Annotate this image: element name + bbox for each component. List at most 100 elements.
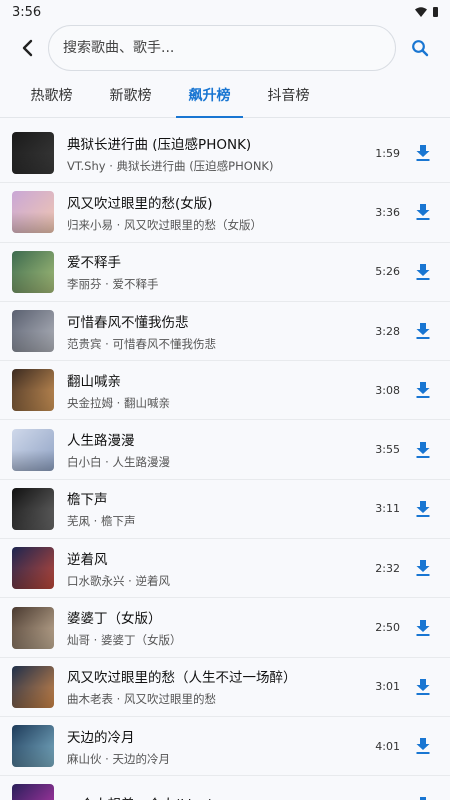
download-button[interactable] (410, 615, 436, 641)
song-info: 翻山喊亲央金拉姆 · 翻山喊亲 (67, 370, 360, 411)
song-duration: 4:01 (375, 739, 400, 753)
search-bar (0, 24, 450, 72)
search-icon (412, 40, 429, 57)
download-icon (416, 145, 430, 162)
song-artist-album: 白小白 · 人生路漫漫 (67, 455, 170, 470)
status-icons (415, 7, 438, 17)
back-arrow-icon (22, 39, 33, 57)
song-duration: 3:36 (375, 205, 400, 219)
song-title: 可惜春风不懂我伤悲 (67, 314, 189, 331)
song-title: 风又吹过眼里的愁(女版) (67, 195, 213, 212)
song-title: 檐下声 (67, 492, 108, 509)
search-button[interactable] (400, 28, 440, 68)
download-icon (416, 738, 430, 755)
album-cover (12, 191, 54, 234)
song-artist-album: 归来小易 · 风又吹过眼里的愁（女版） (67, 217, 262, 232)
song-row[interactable]: 逆着风口水歌永兴 · 逆着风 2:32 (0, 539, 450, 599)
song-duration: 3:55 (375, 443, 400, 457)
album-cover (12, 547, 54, 590)
download-button[interactable] (410, 140, 436, 166)
song-title: 典狱长进行曲 (压迫感PHONK) (67, 136, 252, 153)
song-row[interactable]: 可惜春风不懂我伤悲 范贵宾 · 可惜春风不懂我伤悲 3:28 (0, 301, 450, 362)
search-input[interactable] (63, 40, 381, 56)
tab-2[interactable]: 飙升榜 (170, 73, 249, 118)
song-row[interactable]: 人生路漫漫 白小白 · 人生路漫漫 3:55 (0, 420, 450, 480)
download-icon (416, 441, 430, 458)
album-cover (12, 606, 54, 649)
download-button[interactable] (410, 318, 436, 344)
song-title: 风又吹过眼里的愁（人生不过一场醉） (67, 670, 297, 687)
song-row[interactable]: 爱不释手 李丽芬 · 爱不释手 5:26 (0, 242, 450, 302)
song-artist-album: 央金拉姆 · 翻山喊亲 (67, 395, 170, 410)
song-row[interactable]: 典狱长进行曲 (压迫感PHONK) VT.Shy · 典狱长进行曲 (压迫感PHO… (0, 124, 450, 184)
song-duration: 3:01 (375, 680, 400, 694)
song-row[interactable]: 檐下声芜凩 · 檐下声 3:11 (0, 479, 450, 540)
album-cover (12, 310, 54, 353)
song-info: 风又吹过眼里的愁(女版) 归来小易 · 风又吹过眼里的愁（女版） (67, 192, 360, 233)
song-row[interactable]: 一个人想着一个人(Live)1:30 (0, 776, 450, 800)
song-artist-album: 灿哥 · 婆婆丁（女版） (67, 633, 182, 648)
download-button[interactable] (410, 674, 436, 700)
song-info: 典狱长进行曲 (压迫感PHONK) VT.Shy · 典狱长进行曲 (压迫感PHO… (67, 133, 360, 174)
song-artist-album: 口水歌永兴 · 逆着风 (67, 573, 170, 588)
song-duration: 3:08 (375, 383, 400, 397)
download-icon (416, 500, 430, 517)
song-row[interactable]: 天边的冷月 麻山伙 · 天边的冷月 4:01 (0, 716, 450, 777)
song-title: 逆着风 (67, 551, 108, 568)
song-title: 翻山喊亲 (67, 373, 121, 390)
song-row[interactable]: 婆婆丁（女版） 灿哥 · 婆婆丁（女版） 2:50 (0, 598, 450, 658)
song-duration: 2:32 (375, 561, 400, 575)
album-cover (12, 428, 54, 471)
download-icon (416, 560, 430, 577)
download-button[interactable] (410, 259, 436, 285)
song-info: 天边的冷月 麻山伙 · 天边的冷月 (67, 726, 360, 767)
album-cover (12, 725, 54, 768)
back-button[interactable] (14, 35, 40, 61)
status-time: 3:56 (12, 4, 42, 20)
album-cover (12, 369, 54, 412)
song-info: 檐下声芜凩 · 檐下声 (67, 488, 360, 529)
download-icon (416, 204, 430, 221)
tab-1[interactable]: 新歌榜 (91, 73, 170, 117)
chart-tabs: 热歌榜 新歌榜 飙升榜 抖音榜 (0, 74, 450, 118)
album-cover (12, 784, 54, 800)
download-button[interactable] (410, 733, 436, 759)
song-artist-album: 曲木老表 · 风又吹过眼里的愁 (67, 692, 216, 707)
song-info: 一个人想着一个人(Live) (67, 793, 360, 800)
album-cover (12, 665, 54, 708)
song-info: 可惜春风不懂我伤悲 范贵宾 · 可惜春风不懂我伤悲 (67, 311, 360, 352)
download-button[interactable] (410, 377, 436, 403)
tab-0[interactable]: 热歌榜 (12, 73, 91, 117)
song-title: 婆婆丁（女版） (67, 611, 162, 628)
download-button[interactable] (410, 792, 436, 800)
search-box[interactable] (48, 25, 396, 71)
song-info: 逆着风口水歌永兴 · 逆着风 (67, 548, 360, 589)
song-duration: 3:11 (375, 502, 400, 516)
song-duration: 2:50 (375, 621, 400, 635)
song-info: 爱不释手李丽芬 · 爱不释手 (67, 251, 360, 292)
song-title: 一个人想着一个人(Live) (67, 793, 360, 800)
song-row[interactable]: 翻山喊亲央金拉姆 · 翻山喊亲 3:08 (0, 361, 450, 421)
download-icon (416, 263, 430, 280)
song-row[interactable]: 风又吹过眼里的愁（人生不过一场醉） 曲木老表 · 风又吹过眼里的愁 3:01 (0, 657, 450, 717)
tab-3[interactable]: 抖音榜 (249, 73, 328, 117)
song-title: 爱不释手 (67, 255, 121, 272)
download-icon (416, 678, 430, 695)
download-button[interactable] (410, 199, 436, 225)
song-row[interactable]: 风又吹过眼里的愁(女版) 归来小易 · 风又吹过眼里的愁（女版） 3:36 (0, 183, 450, 243)
album-cover (12, 250, 54, 293)
song-artist-album: VT.Shy · 典狱长进行曲 (压迫感PHONK) (67, 158, 274, 173)
song-duration: 3:28 (375, 324, 400, 338)
download-button[interactable] (410, 437, 436, 463)
song-title: 天边的冷月 (67, 729, 135, 746)
download-button[interactable] (410, 496, 436, 522)
download-icon (416, 323, 430, 340)
album-cover (12, 132, 54, 175)
song-info: 风又吹过眼里的愁（人生不过一场醉） 曲木老表 · 风又吹过眼里的愁 (67, 666, 360, 707)
song-artist-album: 李丽芬 · 爱不释手 (67, 277, 159, 292)
download-icon (416, 619, 430, 636)
song-list: 典狱长进行曲 (压迫感PHONK) VT.Shy · 典狱长进行曲 (压迫感PHO… (0, 124, 450, 800)
download-button[interactable] (410, 555, 436, 581)
status-bar: 3:56 (0, 0, 450, 24)
song-artist-album: 芜凩 · 檐下声 (67, 514, 136, 529)
